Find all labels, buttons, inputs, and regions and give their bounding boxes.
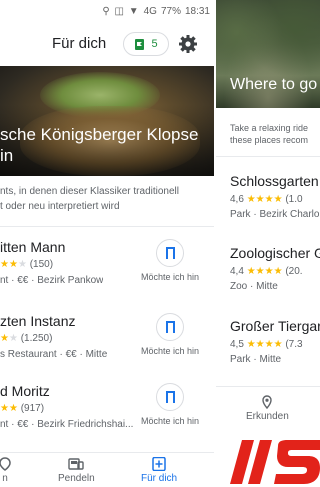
bottom-navigation: n Pendeln Für dich	[0, 452, 214, 487]
list-description: nts, in denen dieser Klassiker tradition…	[0, 184, 214, 214]
app-bar: Für dich 5	[0, 22, 214, 66]
restaurant-item[interactable]: zten Instanz ★★ (1.250) s Restaurant · €…	[0, 313, 214, 385]
description-line1: Take a relaxing ride	[230, 123, 309, 133]
flag-icon	[135, 38, 145, 50]
location-pin-icon	[262, 395, 273, 409]
nav-for-you-label: Für dich	[141, 473, 178, 484]
restaurant-item[interactable]: itten Mann ★★★ (150) nt · €€ · Bezirk Pa…	[0, 239, 214, 311]
restaurant-meta: nt · €€ · Bezirk Friedrichshai...	[0, 419, 134, 430]
gear-icon[interactable]	[178, 34, 198, 54]
list-description: Take a relaxing ride these places recom	[230, 122, 308, 146]
rating-stars: ★★★★	[246, 194, 283, 205]
place-type: Park · Bezirk Charlo	[230, 209, 320, 220]
for-you-icon	[152, 457, 166, 471]
place-item[interactable]: Zoologischer G 4,4 ★★★★ (20. Zoo · Mitte	[230, 245, 320, 292]
bookmark-icon	[165, 321, 175, 333]
rating-value: 4,5	[230, 339, 244, 350]
brand-logo	[216, 432, 320, 487]
want-to-go-button[interactable]	[156, 383, 184, 411]
rating-stars: ★★★★	[246, 339, 283, 350]
restaurant-rating: ★★ (917)	[0, 403, 44, 414]
divider	[216, 156, 320, 157]
restaurant-rating: ★★★ (150)	[0, 259, 53, 270]
place-name: Zoologischer G	[230, 245, 320, 261]
want-to-go-label: Möchte ich hin	[140, 416, 200, 426]
place-rating: 4,5 ★★★★ (7.3	[230, 339, 320, 350]
hero-title: Where to go	[230, 76, 318, 93]
nav-explore[interactable]: n	[0, 457, 14, 484]
bookmark-icon	[165, 247, 175, 259]
rating-stars: ★★	[0, 333, 18, 344]
review-count: (917)	[20, 403, 45, 414]
rating-value: 4,6	[230, 194, 244, 205]
status-icons: ⚲ ◫ ▼	[102, 5, 140, 17]
want-to-go-label: Möchte ich hin	[140, 346, 200, 356]
restaurant-name: zten Instanz	[0, 313, 76, 329]
place-rating: 4,6 ★★★★ (1.0	[230, 194, 320, 205]
hero-title-line2: in	[0, 146, 14, 165]
hero-image[interactable]: sche Königsberger Klopse in	[0, 66, 214, 176]
place-name: Schlossgarten	[230, 173, 319, 189]
description-line2: t oder neu interpretiert wird	[0, 201, 120, 212]
review-count: (1.250)	[20, 333, 53, 344]
place-item[interactable]: Schlossgarten 4,6 ★★★★ (1.0 Park · Bezir…	[230, 173, 320, 220]
rating-stars: ★★	[0, 403, 18, 414]
restaurant-meta: nt · €€ · Bezirk Pankow	[0, 275, 104, 286]
want-to-go-label: Möchte ich hin	[140, 272, 200, 282]
nav-for-you[interactable]: Für dich	[141, 457, 177, 484]
restaurant-meta: s Restaurant · €€ · Mitte	[0, 349, 108, 360]
nav-explore[interactable]: Erkunden	[246, 395, 289, 422]
restaurant-name: itten Mann	[0, 239, 66, 255]
nav-commute[interactable]: Pendeln	[58, 457, 95, 484]
description-line2: these places recom	[230, 135, 309, 145]
place-item[interactable]: Großer Tiergar 4,5 ★★★★ (7.3 Park · Mitt…	[230, 318, 320, 365]
nav-commute-label: Pendeln	[58, 473, 95, 484]
bookmark-icon	[165, 391, 175, 403]
rating-stars: ★★★	[0, 259, 27, 270]
place-type: Zoo · Mitte	[230, 281, 278, 292]
restaurant-item[interactable]: d Moritz ★★ (917) nt · €€ · Bezirk Fried…	[0, 383, 214, 455]
clock: 18:31	[184, 5, 210, 17]
review-count: (1.0	[285, 194, 303, 205]
hero-title-line1: sche Königsberger Klopse	[0, 125, 199, 144]
right-screen: Where to go Take a relaxing ride these p…	[216, 0, 320, 487]
battery-level: 77%	[160, 5, 181, 17]
place-rating: 4,4 ★★★★ (20.	[230, 266, 320, 277]
explore-icon	[0, 457, 11, 471]
hero-title: sche Königsberger Klopse in	[0, 124, 214, 166]
bottom-navigation: Erkunden	[216, 386, 320, 432]
saved-count: 5	[151, 38, 158, 50]
commute-icon	[68, 458, 85, 470]
left-screen: ⚲ ◫ ▼ 4G 77% 18:31 Für dich 5 sche König…	[0, 0, 214, 487]
saved-places-chip[interactable]: 5	[123, 32, 169, 56]
review-count: (20.	[285, 266, 303, 277]
status-bar: ⚲ ◫ ▼ 4G 77% 18:31	[0, 0, 214, 22]
nav-explore-label: n	[2, 473, 8, 484]
place-name: Großer Tiergar	[230, 318, 320, 334]
rating-stars: ★★★★	[246, 266, 283, 277]
place-type: Park · Mitte	[230, 354, 282, 365]
want-to-go-button[interactable]	[156, 239, 184, 267]
logo-mark	[230, 440, 320, 484]
page-title: Für dich	[52, 35, 107, 52]
network-indicator: 4G	[143, 5, 157, 17]
want-to-go-button[interactable]	[156, 313, 184, 341]
park-hero-image[interactable]: Where to go	[216, 0, 320, 108]
review-count: (7.3	[285, 339, 303, 350]
description-line1: nts, in denen dieser Klassiker tradition…	[0, 186, 179, 197]
divider	[0, 226, 214, 227]
nav-explore-label: Erkunden	[246, 411, 289, 422]
restaurant-name: d Moritz	[0, 383, 50, 399]
review-count: (150)	[29, 259, 54, 270]
restaurant-rating: ★★ (1.250)	[0, 333, 52, 344]
rating-value: 4,4	[230, 266, 244, 277]
